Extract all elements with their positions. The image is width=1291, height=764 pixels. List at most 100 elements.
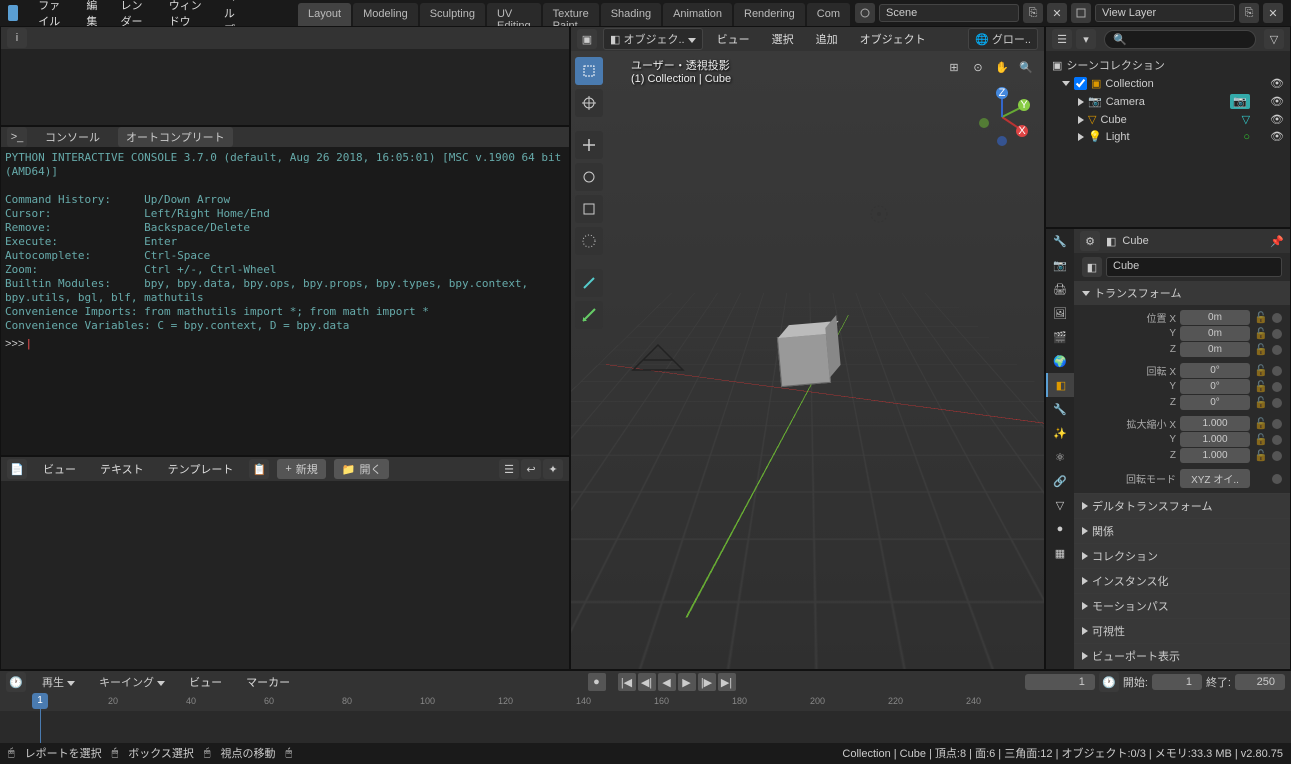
location-y-field[interactable]: 0m — [1180, 326, 1250, 341]
location-z-field[interactable]: 0m — [1180, 342, 1250, 357]
prop-tab-object[interactable]: ◧ — [1046, 373, 1074, 397]
editor-type-props-icon[interactable]: ⚙ — [1080, 231, 1100, 251]
outliner-scene-collection[interactable]: ▣シーンコレクション — [1046, 55, 1290, 75]
workspace-tab-texturepaint[interactable]: Texture Paint — [543, 3, 599, 26]
tool-transform[interactable] — [575, 227, 603, 255]
editor-type-text-icon[interactable]: 📄 — [7, 459, 27, 479]
tool-annotate[interactable] — [575, 269, 603, 297]
vp-menu-add[interactable]: 追加 — [808, 28, 846, 50]
editor-type-timeline-icon[interactable]: 🕐 — [6, 672, 26, 692]
panel-transform-header[interactable]: トランスフォーム — [1074, 281, 1290, 305]
editor-type-3dview-icon[interactable]: ▣ — [577, 29, 597, 49]
viewlayer-browse-icon[interactable] — [1071, 3, 1091, 23]
mode-select[interactable]: ◧ オブジェク.. — [603, 28, 703, 50]
outliner-item-camera[interactable]: 📷Camera📷👁 — [1046, 92, 1290, 111]
vp-menu-select[interactable]: 選択 — [764, 28, 802, 50]
autokey-button[interactable]: ● — [588, 673, 606, 691]
rotation-mode-select[interactable]: XYZ オイ.. — [1180, 469, 1250, 488]
scale-x-field[interactable]: 1.000 — [1180, 416, 1250, 431]
text-linenumbers-icon[interactable]: ☰ — [499, 459, 519, 479]
panel-instancing[interactable]: インスタンス化 — [1074, 569, 1290, 593]
tool-select-box[interactable] — [575, 57, 603, 85]
prop-tab-output[interactable]: 🖨 — [1046, 277, 1074, 301]
text-new-button[interactable]: +新規 — [277, 459, 325, 479]
tool-measure[interactable] — [575, 301, 603, 329]
vp-xray-icon[interactable]: ✋ — [992, 57, 1012, 77]
panel-relations[interactable]: 関係 — [1074, 519, 1290, 543]
pin-icon[interactable]: 📌 — [1270, 235, 1284, 248]
scene-name-field[interactable]: Scene — [879, 4, 1019, 22]
rotation-y-field[interactable]: 0° — [1180, 379, 1250, 394]
preview-range-icon[interactable]: 🕐 — [1099, 672, 1119, 692]
jump-next-keyframe-button[interactable]: |▶ — [698, 673, 716, 691]
outliner-filter-icon[interactable]: ▽ — [1264, 29, 1284, 49]
jump-prev-keyframe-button[interactable]: ◀| — [638, 673, 656, 691]
lock-icon[interactable]: 🔓 — [1254, 380, 1268, 394]
editor-type-outliner-icon[interactable]: ☰ — [1052, 29, 1072, 49]
text-syntax-icon[interactable]: ✦ — [543, 459, 563, 479]
panel-delta-transform[interactable]: デルタトランスフォーム — [1074, 494, 1290, 518]
tool-rotate[interactable] — [575, 163, 603, 191]
lock-icon[interactable]: 🔓 — [1254, 311, 1268, 325]
cube-mesh[interactable] — [777, 333, 831, 387]
tl-menu-marker[interactable]: マーカー — [238, 671, 298, 693]
prop-tab-data[interactable]: ▽ — [1046, 493, 1074, 517]
end-frame-field[interactable]: 250 — [1235, 674, 1285, 690]
text-menu-text[interactable]: テキスト — [92, 458, 152, 480]
tl-menu-keying[interactable]: キーイング — [91, 671, 173, 693]
current-frame-field[interactable]: 1 — [1025, 674, 1095, 690]
prop-tab-modifier[interactable]: 🔧 — [1046, 397, 1074, 421]
rotation-z-field[interactable]: 0° — [1180, 395, 1250, 410]
vp-shading-icon[interactable]: 🔍 — [1016, 57, 1036, 77]
scale-z-field[interactable]: 1.000 — [1180, 448, 1250, 463]
text-browse-icon[interactable]: 📋 — [249, 459, 269, 479]
tool-cursor[interactable] — [575, 89, 603, 117]
workspace-tab-shading[interactable]: Shading — [601, 3, 661, 26]
lock-icon[interactable]: 🔓 — [1254, 343, 1268, 357]
workspace-tab-sculpting[interactable]: Sculpting — [420, 3, 485, 26]
rotation-x-field[interactable]: 0° — [1180, 363, 1250, 378]
eye-icon[interactable]: 👁 — [1270, 95, 1284, 108]
scene-browse-icon[interactable] — [855, 3, 875, 23]
workspace-tab-rendering[interactable]: Rendering — [734, 3, 805, 26]
text-menu-view[interactable]: ビュー — [35, 458, 84, 480]
vp-overlays-icon[interactable]: ⊞ — [944, 57, 964, 77]
tool-scale[interactable] — [575, 195, 603, 223]
keyframe-dot-icon[interactable] — [1272, 313, 1282, 323]
eye-icon[interactable]: 👁 — [1270, 77, 1284, 90]
text-menu-template[interactable]: テンプレート — [160, 458, 242, 480]
scale-y-field[interactable]: 1.000 — [1180, 432, 1250, 447]
keyframe-dot-icon[interactable] — [1272, 419, 1282, 429]
editor-type-console-icon[interactable]: >_ — [7, 127, 27, 147]
console-prompt[interactable]: >>> | — [1, 337, 569, 350]
editor-type-info-icon[interactable]: i — [7, 28, 27, 48]
viewlayer-new-icon[interactable]: ⎘ — [1239, 3, 1259, 23]
prop-tab-material[interactable]: ● — [1046, 517, 1074, 541]
collection-checkbox[interactable] — [1074, 77, 1087, 90]
keyframe-dot-icon[interactable] — [1272, 366, 1282, 376]
workspace-tab-animation[interactable]: Animation — [663, 3, 732, 26]
console-tab-console[interactable]: コンソール — [37, 127, 108, 147]
console-tab-autocomplete[interactable]: オートコンプリート — [118, 127, 233, 147]
navigation-gizmo[interactable]: X Y Z — [972, 87, 1032, 147]
prop-tab-constraint[interactable]: 🔗 — [1046, 469, 1074, 493]
keyframe-dot-icon[interactable] — [1272, 398, 1282, 408]
viewlayer-name-field[interactable]: View Layer — [1095, 4, 1235, 22]
tl-menu-view[interactable]: ビュー — [181, 671, 230, 693]
timeline-track[interactable]: 20406080100120140160180200220240 1 — [0, 693, 1291, 743]
camera-object[interactable] — [628, 335, 688, 375]
eye-icon[interactable]: 👁 — [1270, 130, 1284, 143]
play-reverse-button[interactable]: ◀ — [658, 673, 676, 691]
keyframe-dot-icon[interactable] — [1272, 329, 1282, 339]
prop-tab-scene[interactable]: 🎬 — [1046, 325, 1074, 349]
prop-tab-tool[interactable]: 🔧 — [1046, 229, 1074, 253]
text-open-button[interactable]: 📁開く — [334, 459, 390, 479]
panel-visibility[interactable]: 可視性 — [1074, 619, 1290, 643]
lock-icon[interactable]: 🔓 — [1254, 417, 1268, 431]
lock-icon[interactable]: 🔓 — [1254, 364, 1268, 378]
prop-tab-physics[interactable]: ⚛ — [1046, 445, 1074, 469]
lock-icon[interactable]: 🔓 — [1254, 449, 1268, 463]
prop-tab-particle[interactable]: ✨ — [1046, 421, 1074, 445]
outliner-item-cube[interactable]: ▽Cube▽👁 — [1046, 111, 1290, 128]
panel-viewport-display[interactable]: ビューポート表示 — [1074, 644, 1290, 668]
